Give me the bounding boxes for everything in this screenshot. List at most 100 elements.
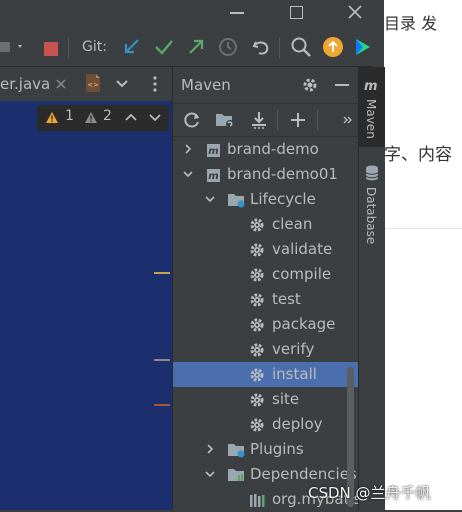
gear-icon bbox=[250, 393, 264, 407]
tree-label: Plugins bbox=[250, 440, 304, 458]
tree-label: brand-demo01 bbox=[227, 165, 338, 183]
goal-label: package bbox=[272, 315, 336, 333]
chevron-right-icon[interactable] bbox=[205, 444, 215, 454]
tree-node-brand-demo01[interactable]: m brand-demo01 bbox=[173, 162, 359, 187]
history-icon[interactable] bbox=[217, 36, 239, 58]
chevron-down-icon[interactable] bbox=[205, 469, 215, 479]
tree-label: brand-demo bbox=[227, 140, 319, 158]
download-icon[interactable] bbox=[249, 110, 269, 130]
lifecycle-goal-verify[interactable]: verify bbox=[173, 337, 359, 362]
chevron-down-icon[interactable] bbox=[183, 169, 193, 179]
editor-tab-label[interactable]: er.java bbox=[0, 75, 50, 93]
scroll-marker-info[interactable] bbox=[154, 359, 170, 361]
warning-count: 1 bbox=[65, 108, 74, 124]
browser-background: 目录 发 字、内容 bbox=[384, 0, 462, 510]
search-icon[interactable] bbox=[290, 36, 312, 58]
inspection-widget[interactable]: 1 2 bbox=[37, 105, 169, 131]
gear-icon[interactable] bbox=[301, 76, 319, 94]
weak-warning-count: 2 bbox=[103, 108, 112, 124]
folder-library-icon bbox=[228, 469, 244, 481]
browser-top-text: 目录 发 bbox=[384, 14, 438, 33]
jetbrains-logo-icon bbox=[356, 39, 370, 55]
lifecycle-goal-deploy[interactable]: deploy bbox=[173, 412, 359, 437]
maven-module-icon: m bbox=[207, 169, 220, 182]
maven-toolbar-separator bbox=[277, 110, 278, 130]
gear-icon bbox=[250, 318, 264, 332]
editor-tab-bar: er.java <> bbox=[0, 67, 172, 102]
maven-stripe-icon: m bbox=[364, 79, 378, 94]
warning-icon bbox=[46, 112, 58, 123]
folder-gear-icon bbox=[228, 194, 245, 208]
maven-toolbar-separator-2 bbox=[317, 110, 318, 130]
lifecycle-goal-clean[interactable]: clean bbox=[173, 212, 359, 237]
generate-sources-icon[interactable] bbox=[215, 111, 235, 129]
tree-node-lifecycle[interactable]: Lifecycle bbox=[173, 187, 359, 212]
git-update-icon[interactable] bbox=[121, 36, 143, 58]
database-stripe-button[interactable]: Database bbox=[359, 165, 385, 255]
hide-panel-icon[interactable] bbox=[335, 84, 349, 86]
chevron-down-icon[interactable] bbox=[116, 79, 128, 89]
tab-close-icon[interactable] bbox=[56, 79, 66, 89]
rollback-icon[interactable] bbox=[250, 36, 272, 58]
goal-label: deploy bbox=[272, 415, 323, 433]
git-commit-icon[interactable] bbox=[153, 36, 175, 58]
stop-icon[interactable] bbox=[44, 42, 58, 56]
maven-panel-title: Maven bbox=[181, 76, 231, 94]
chevron-right-icon[interactable] bbox=[183, 144, 193, 154]
lifecycle-goal-install[interactable]: install bbox=[173, 362, 359, 387]
minimize-icon[interactable] bbox=[230, 12, 244, 14]
svg-text:m: m bbox=[208, 146, 218, 157]
git-push-icon[interactable] bbox=[185, 36, 207, 58]
browser-divider bbox=[384, 228, 462, 229]
run-config-icon[interactable] bbox=[0, 36, 22, 58]
git-label: Git: bbox=[82, 39, 107, 55]
weak-warning-icon bbox=[85, 112, 97, 123]
lifecycle-goal-compile[interactable]: compile bbox=[173, 262, 359, 287]
chevron-down-icon[interactable] bbox=[205, 194, 215, 204]
main-toolbar: Git: bbox=[0, 28, 372, 67]
lifecycle-goal-test[interactable]: test bbox=[173, 287, 359, 312]
lifecycle-goal-validate[interactable]: validate bbox=[173, 237, 359, 262]
goal-label: site bbox=[272, 390, 300, 408]
svg-text:m: m bbox=[208, 171, 218, 182]
maven-toolbar bbox=[173, 103, 359, 137]
maven-module-icon: m bbox=[207, 144, 220, 157]
gear-icon bbox=[250, 343, 264, 357]
tree-node-plugins[interactable]: Plugins bbox=[173, 437, 359, 462]
java-file-icon[interactable]: <> bbox=[84, 73, 102, 93]
gear-icon bbox=[250, 218, 264, 232]
right-tool-strip: m Maven Database bbox=[358, 67, 385, 510]
folder-gear-icon bbox=[228, 444, 245, 458]
add-icon[interactable] bbox=[289, 111, 307, 129]
maven-tool-window: Maven m brand-demo m brand-demo01 Lifecy… bbox=[172, 67, 361, 510]
close-icon[interactable] bbox=[348, 5, 362, 19]
editor-area[interactable] bbox=[0, 101, 172, 510]
more-options-icon[interactable] bbox=[152, 75, 158, 93]
maximize-icon[interactable] bbox=[290, 6, 303, 19]
tree-label: Lifecycle bbox=[250, 190, 316, 208]
chevron-down-icon[interactable] bbox=[149, 113, 161, 122]
chevron-up-icon[interactable] bbox=[125, 113, 137, 122]
watermark: CSDN @兰舟千帆 bbox=[308, 484, 431, 502]
goal-label: compile bbox=[272, 265, 332, 283]
goal-label: test bbox=[272, 290, 301, 308]
overflow-icon[interactable] bbox=[343, 116, 353, 124]
lifecycle-goal-site[interactable]: site bbox=[173, 387, 359, 412]
database-stripe-label: Database bbox=[364, 187, 378, 245]
title-bar bbox=[0, 0, 372, 28]
scroll-marker-error[interactable] bbox=[154, 404, 170, 406]
update-available-icon[interactable] bbox=[322, 36, 344, 58]
maven-stripe-label: Maven bbox=[364, 99, 378, 139]
database-icon bbox=[365, 165, 379, 181]
goal-label: validate bbox=[272, 240, 333, 258]
lifecycle-goal-package[interactable]: package bbox=[173, 312, 359, 337]
reload-icon[interactable] bbox=[183, 111, 201, 129]
gear-icon bbox=[250, 418, 264, 432]
goal-label: verify bbox=[272, 340, 315, 358]
toolbar-separator-2 bbox=[279, 38, 280, 58]
maven-stripe-button[interactable]: m Maven bbox=[359, 67, 385, 147]
tree-node-brand-demo[interactable]: m brand-demo bbox=[173, 137, 359, 162]
gear-icon bbox=[250, 243, 264, 257]
gear-icon bbox=[250, 268, 264, 282]
scroll-marker-warning[interactable] bbox=[154, 272, 170, 274]
